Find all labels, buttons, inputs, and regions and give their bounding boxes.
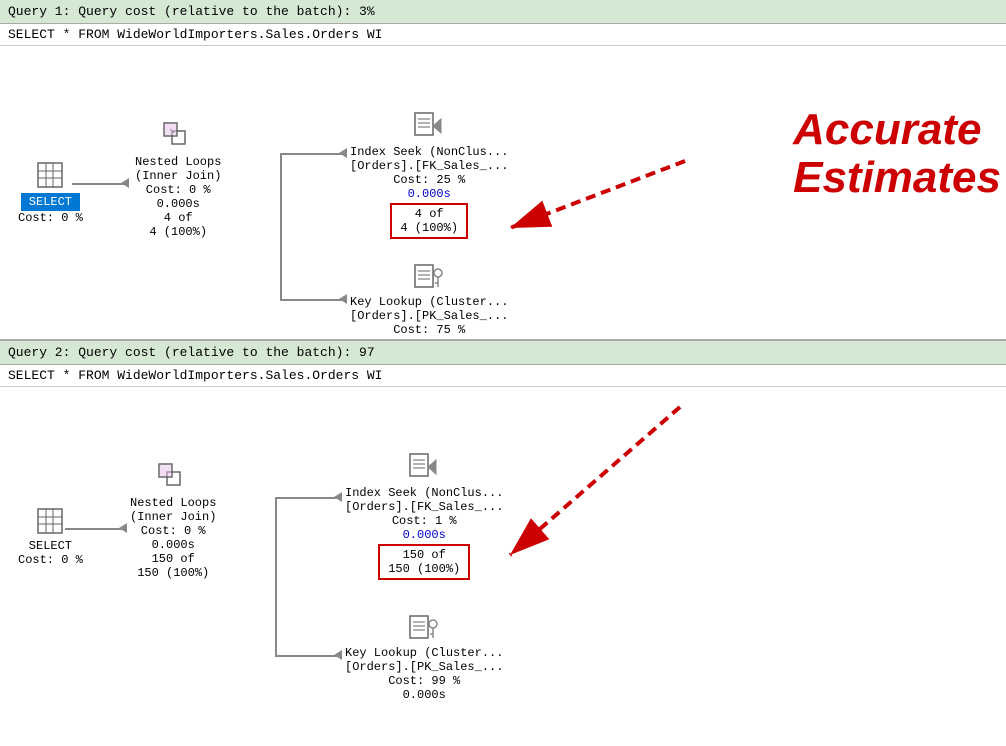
annotation-line2: Estimates bbox=[793, 154, 1001, 202]
q1-connector-2h bbox=[280, 153, 345, 155]
q1-nested-rows2: 4 (100%) bbox=[149, 225, 207, 239]
key-lookup-icon-q2 bbox=[408, 612, 440, 644]
q2-nested-rows1: 150 of bbox=[152, 552, 195, 566]
query2-plan: SELECT Cost: 0 % Nested Loops (Inner Joi… bbox=[0, 387, 1006, 727]
q1-nested-loops-time: 0.000s bbox=[157, 197, 200, 211]
q1-key-lookup-label: Key Lookup (Cluster... bbox=[350, 295, 508, 309]
q2-index-seek-highlight: 150 of 150 (100%) bbox=[378, 544, 470, 580]
q1-connector-3v bbox=[280, 153, 282, 301]
q2-index-seek-sub: [Orders].[FK_Sales_... bbox=[345, 500, 503, 514]
q2-key-lookup-cost: Cost: 99 % bbox=[388, 674, 460, 688]
query2-header: Query 2: Query cost (relative to the bat… bbox=[0, 341, 1006, 365]
q1-arrow-1 bbox=[121, 178, 129, 188]
query2-sql: SELECT * FROM WideWorldImporters.Sales.O… bbox=[0, 365, 1006, 387]
nested-loops-icon-q1 bbox=[162, 121, 194, 153]
grid-icon-q1 bbox=[36, 161, 64, 189]
q1-nested-loops-node: Nested Loops (Inner Join) Cost: 0 % 0.00… bbox=[135, 121, 221, 239]
q2-select-cost: Cost: 0 % bbox=[18, 553, 83, 567]
q2-index-seek-time: 0.000s bbox=[403, 528, 446, 542]
q1-index-rows1: 4 of bbox=[400, 207, 458, 221]
q2-key-lookup-node: Key Lookup (Cluster... [Orders].[PK_Sale… bbox=[345, 612, 503, 702]
query2-header-text: Query 2: Query cost (relative to the bat… bbox=[8, 345, 375, 360]
query1-sql: SELECT * FROM WideWorldImporters.Sales.O… bbox=[0, 24, 1006, 46]
q1-select-node: SELECT Cost: 0 % bbox=[18, 161, 83, 225]
q1-index-seek-sub: [Orders].[FK_Sales_... bbox=[350, 159, 508, 173]
q1-index-seek-highlight: 4 of 4 (100%) bbox=[390, 203, 468, 239]
q2-connector-3h bbox=[275, 655, 340, 657]
q1-connector-1 bbox=[72, 183, 127, 185]
q2-nested-loops-node: Nested Loops (Inner Join) Cost: 0 % 0.00… bbox=[130, 462, 216, 580]
q1-arrow-2 bbox=[339, 148, 347, 158]
q1-index-seek-cost: Cost: 25 % bbox=[393, 173, 465, 187]
q2-select-node: SELECT Cost: 0 % bbox=[18, 507, 83, 567]
q1-connector-3h bbox=[280, 299, 345, 301]
q2-nested-loops-sub: (Inner Join) bbox=[130, 510, 216, 524]
q2-key-lookup-time: 0.000s bbox=[403, 688, 446, 702]
q1-key-lookup-node: Key Lookup (Cluster... [Orders].[PK_Sale… bbox=[350, 261, 508, 337]
q2-index-seek-cost: Cost: 1 % bbox=[392, 514, 457, 528]
q1-nested-loops-sub: (Inner Join) bbox=[135, 169, 221, 183]
q1-key-lookup-sub: [Orders].[PK_Sales_... bbox=[350, 309, 508, 323]
q2-arrow-3 bbox=[334, 650, 342, 660]
q2-index-seek-node: Index Seek (NonClus... [Orders].[FK_Sale… bbox=[345, 452, 503, 580]
q2-index-seek-label: Index Seek (NonClus... bbox=[345, 486, 503, 500]
q2-nested-loops-label: Nested Loops bbox=[130, 496, 216, 510]
q2-nested-rows2: 150 (100%) bbox=[137, 566, 209, 580]
annotation-text: Accurate Estimates bbox=[793, 106, 1001, 203]
q1-nested-loops-label: Nested Loops bbox=[135, 155, 221, 169]
grid-icon-q2 bbox=[36, 507, 64, 535]
q2-arrow-1 bbox=[119, 523, 127, 533]
q2-arrow-2 bbox=[334, 492, 342, 502]
q1-key-lookup-cost: Cost: 75 % bbox=[393, 323, 465, 337]
query1-header-text: Query 1: Query cost (relative to the bat… bbox=[8, 4, 375, 19]
query1-header: Query 1: Query cost (relative to the bat… bbox=[0, 0, 1006, 24]
q2-nested-loops-time: 0.000s bbox=[152, 538, 195, 552]
index-seek-icon-q2 bbox=[408, 452, 440, 484]
q2-nested-loops-cost: Cost: 0 % bbox=[141, 524, 206, 538]
q1-select-cost: Cost: 0 % bbox=[18, 211, 83, 225]
index-seek-icon-q1 bbox=[413, 111, 445, 143]
q2-connector-1 bbox=[65, 528, 125, 530]
q1-index-seek-time: 0.000s bbox=[408, 187, 451, 201]
q2-key-lookup-sub: [Orders].[PK_Sales_... bbox=[345, 660, 503, 674]
q2-select-label: SELECT bbox=[29, 539, 72, 553]
q2-connector-2h bbox=[275, 497, 340, 499]
nested-loops-icon-q2 bbox=[157, 462, 189, 494]
q2-key-lookup-label: Key Lookup (Cluster... bbox=[345, 646, 503, 660]
q1-index-seek-label: Index Seek (NonClus... bbox=[350, 145, 508, 159]
key-lookup-icon-q1 bbox=[413, 261, 445, 293]
q1-arrow-3 bbox=[339, 294, 347, 304]
query1-plan: SELECT Cost: 0 % Nested Loops (Inner Joi… bbox=[0, 46, 1006, 341]
q1-select-label: SELECT bbox=[21, 193, 80, 211]
q1-nested-loops-cost: Cost: 0 % bbox=[146, 183, 211, 197]
query1-sql-text: SELECT * FROM WideWorldImporters.Sales.O… bbox=[8, 27, 382, 42]
query2-sql-text: SELECT * FROM WideWorldImporters.Sales.O… bbox=[8, 368, 382, 383]
q1-index-seek-node: Index Seek (NonClus... [Orders].[FK_Sale… bbox=[350, 111, 508, 239]
q1-index-rows2: 4 (100%) bbox=[400, 221, 458, 235]
annotation-line1: Accurate bbox=[793, 106, 1001, 154]
q1-nested-rows1: 4 of bbox=[164, 211, 193, 225]
q2-connector-3v bbox=[275, 497, 277, 657]
q2-index-rows1: 150 of bbox=[388, 548, 460, 562]
q2-index-rows2: 150 (100%) bbox=[388, 562, 460, 576]
